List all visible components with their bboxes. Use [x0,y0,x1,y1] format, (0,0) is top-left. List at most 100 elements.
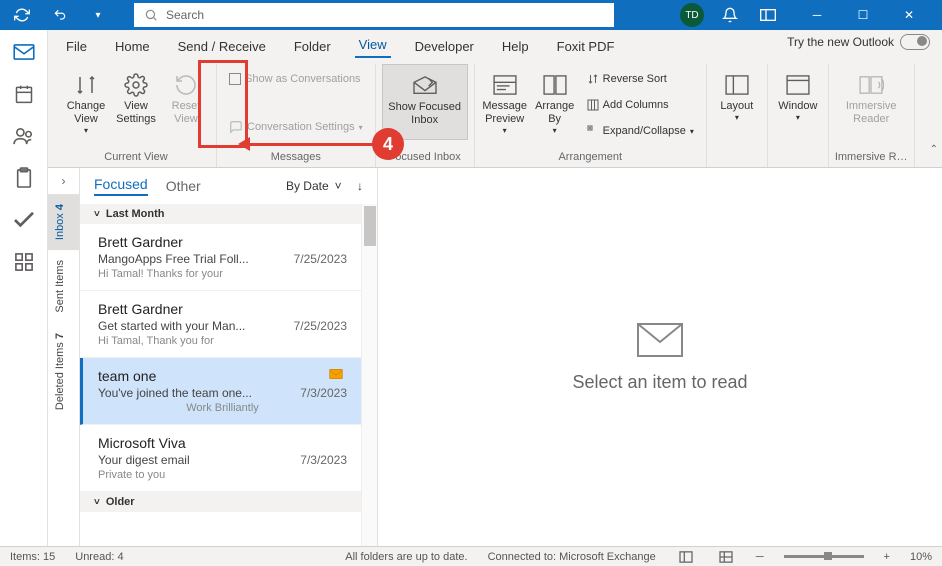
arrange-by-button[interactable]: Arrange By▾ [531,64,579,140]
annotation-step-badge: 4 [372,128,404,160]
tab-focused[interactable]: Focused [94,176,148,196]
message-subject: Your digest email [98,453,190,467]
message-preview: Work Brilliantly [98,402,347,414]
message-preview: Hi Tamal! Thanks for your [98,268,347,280]
status-unread: Unread: 4 [75,551,123,563]
add-columns-button[interactable]: Add Columns [587,94,694,116]
expand-collapse-button[interactable]: Expand/Collapse▾ [587,120,694,142]
user-avatar[interactable]: TD [680,3,704,27]
folder-sent-items[interactable]: Sent Items [48,250,79,323]
message-item[interactable]: Brett Gardner MangoApps Free Trial Foll.… [80,224,361,291]
close-button[interactable]: ✕ [886,0,932,30]
overflow-icon[interactable]: ▾ [86,3,110,27]
rail-todo-icon[interactable] [8,208,40,232]
expand-icon [587,125,599,137]
message-item-selected[interactable]: team one You've joined the team one...7/… [80,358,361,425]
rail-tasks-icon[interactable] [8,166,40,190]
message-date: 7/3/2023 [300,386,347,400]
envelope-icon [636,322,684,358]
rail-people-icon[interactable] [8,124,40,148]
reverse-sort-button[interactable]: Reverse Sort [587,68,694,90]
sort-icon [587,73,599,85]
view-settings-button[interactable]: View Settings [112,64,160,140]
view-reading-icon[interactable] [716,551,736,563]
chevron-down-icon: ˅ [94,497,100,508]
search-box[interactable]: Search [134,3,614,27]
message-from: Microsoft Viva [98,435,347,451]
ribbon: Change View▾ View Settings Reset View Cu… [48,58,942,168]
folder-deleted-items[interactable]: Deleted Items 7 [48,323,79,420]
chevron-down-icon: ˅ [335,179,342,193]
reading-pane-placeholder: Select an item to read [572,372,747,393]
window-controls: ─ ☐ ✕ [794,0,932,30]
zoom-value: 10% [910,551,932,563]
message-date: 7/25/2023 [294,319,347,333]
tab-home[interactable]: Home [111,35,154,58]
window-button[interactable]: Window▾ [774,64,822,140]
group-header-older[interactable]: ˅Older [80,492,361,512]
sync-icon[interactable] [10,3,34,27]
rail-calendar-icon[interactable] [8,82,40,106]
folder-rail: › Inbox 4 Sent Items Deleted Items 7 [48,168,80,546]
unread-mail-icon [329,368,343,383]
columns-icon [587,99,599,111]
message-item[interactable]: Microsoft Viva Your digest email 7/3/2023… [80,425,361,492]
zoom-in-icon[interactable]: + [884,551,890,563]
expand-folder-pane-icon[interactable]: › [48,168,79,194]
checkbox-icon [229,73,241,85]
reading-pane: Select an item to read [378,168,942,546]
tab-folder[interactable]: Folder [290,35,335,58]
group-current-view-label: Current View [104,149,167,167]
sort-by-date[interactable]: By Date ˅ ↓ [286,179,363,193]
statusbar: Items: 15 Unread: 4 All folders are up t… [0,546,942,566]
maximize-button[interactable]: ☐ [840,0,886,30]
message-from: team one [98,368,347,384]
rail-apps-icon[interactable] [8,250,40,274]
status-items: Items: 15 [10,551,55,563]
tab-view[interactable]: View [355,33,391,58]
group-header-last-month[interactable]: ˅Last Month [80,204,361,224]
tab-file[interactable]: File [62,35,91,58]
tab-help[interactable]: Help [498,35,533,58]
immersive-reader-button[interactable]: Immersive Reader [847,64,895,140]
message-subject: Get started with your Man... [98,319,245,333]
message-preview-button[interactable]: Message Preview▾ [481,64,529,140]
change-view-button[interactable]: Change View▾ [62,64,110,140]
zoom-out-icon[interactable]: ─ [756,551,764,563]
message-from: Brett Gardner [98,301,347,317]
status-connected: Connected to: Microsoft Exchange [488,551,656,563]
tab-foxit[interactable]: Foxit PDF [553,35,619,58]
app-rail [0,30,48,546]
chevron-down-icon: ˅ [94,209,100,220]
try-new-outlook[interactable]: Try the new Outlook [787,34,930,50]
tab-developer[interactable]: Developer [411,35,478,58]
window-mode-icon[interactable] [756,3,780,27]
search-icon [144,8,158,22]
toggle-off-icon[interactable] [900,34,930,50]
message-subject: MangoApps Free Trial Foll... [98,252,249,266]
zoom-slider[interactable] [784,555,864,558]
chat-icon [229,120,243,134]
tab-send-receive[interactable]: Send / Receive [174,35,270,58]
bell-icon[interactable] [718,3,742,27]
scrollbar[interactable] [361,204,377,546]
tab-other[interactable]: Other [166,178,201,194]
layout-button[interactable]: Layout▾ [713,64,761,140]
message-date: 7/3/2023 [300,453,347,467]
folder-inbox[interactable]: Inbox 4 [48,194,79,250]
arrow-down-icon: ↓ [357,179,363,193]
reset-view-button[interactable]: Reset View [162,64,210,140]
message-item[interactable]: Brett Gardner Get started with your Man.… [80,291,361,358]
ribbon-tabs: File Home Send / Receive Folder View Dev… [48,30,942,58]
show-conversations-checkbox[interactable]: Show as Conversations [229,68,363,90]
view-normal-icon[interactable] [676,551,696,563]
rail-mail-icon[interactable] [8,40,40,64]
group-immersive-label: Immersive R… [835,149,908,167]
group-messages-label: Messages [271,149,321,167]
conversation-settings-button[interactable]: Conversation Settings▾ [229,116,363,138]
group-arrangement-label: Arrangement [558,149,622,167]
minimize-button[interactable]: ─ [794,0,840,30]
undo-icon[interactable] [48,3,72,27]
ribbon-collapse-icon[interactable]: ⌃ [930,144,938,155]
message-preview: Hi Tamal, Thank you for [98,335,347,347]
